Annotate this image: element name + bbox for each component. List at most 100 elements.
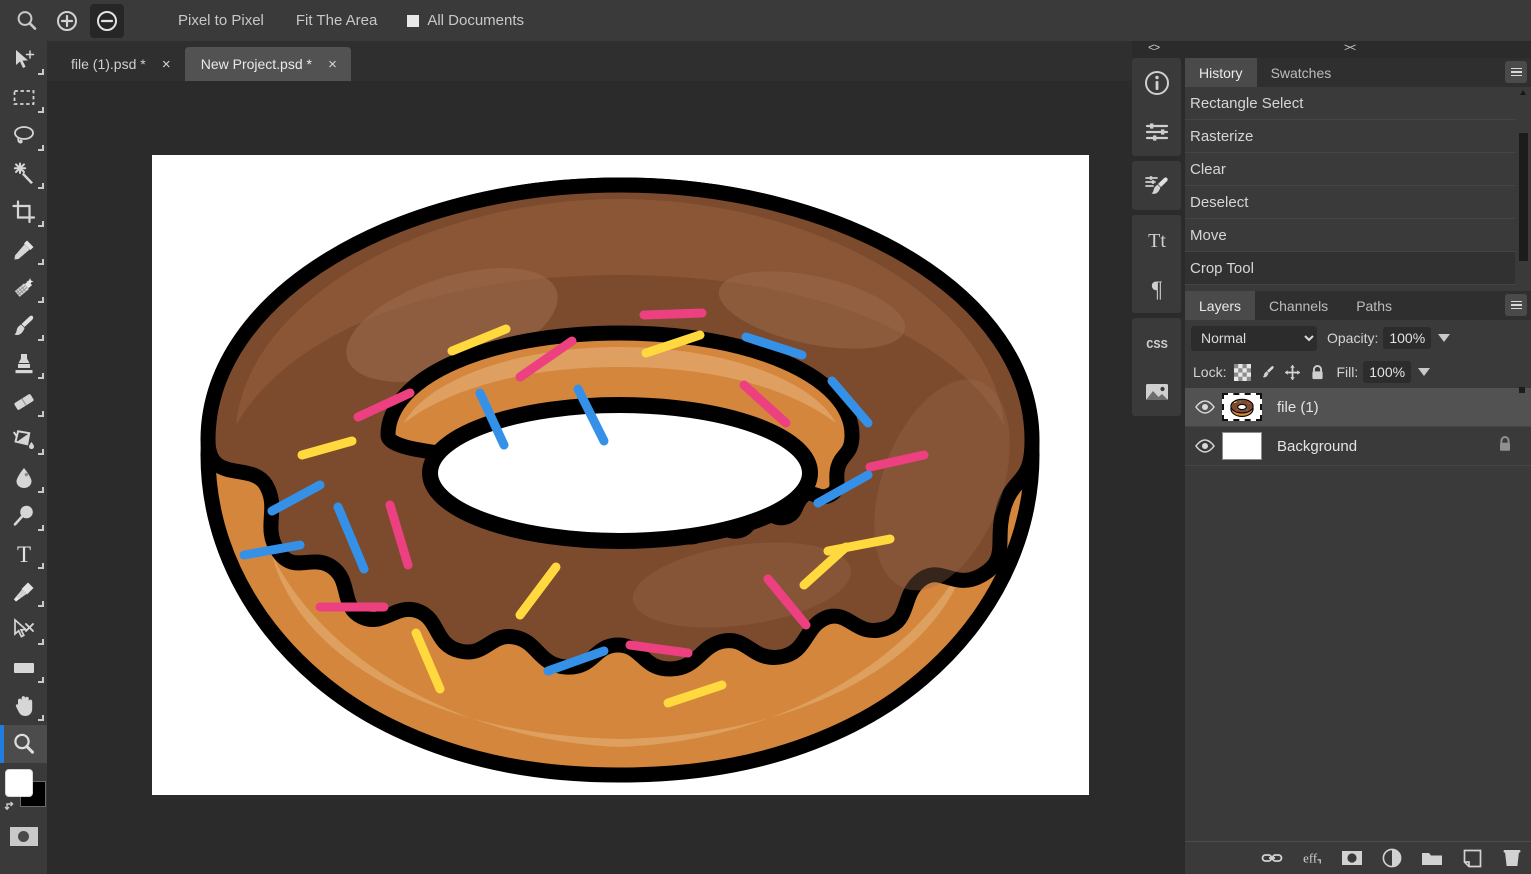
lock-label: Lock: (1193, 364, 1227, 380)
opacity-slider-caret-icon[interactable] (1438, 334, 1451, 342)
blur-tool[interactable] (0, 459, 47, 497)
svg-text:CSS: CSS (1146, 338, 1168, 352)
delete-layer-icon[interactable] (1501, 847, 1523, 869)
history-item[interactable]: Crop Tool (1185, 252, 1515, 285)
move-tool[interactable] (0, 41, 47, 79)
layer-row-background[interactable]: Background (1185, 427, 1531, 466)
lasso-tool[interactable] (0, 117, 47, 155)
layer-effects-icon[interactable]: eff (1301, 847, 1323, 869)
donut-artwork (152, 155, 1089, 795)
scroll-up-icon[interactable] (1520, 90, 1526, 95)
layer-row-file1[interactable]: file (1) (1185, 388, 1531, 427)
history-scrollbar[interactable] (1519, 89, 1528, 306)
crop-tool[interactable] (0, 193, 47, 231)
adjustments-sliders-icon[interactable] (1132, 107, 1181, 156)
quick-mask-icon[interactable] (0, 819, 47, 853)
clone-stamp-tool[interactable] (0, 345, 47, 383)
hamburger-menu-icon[interactable] (1505, 294, 1527, 316)
history-item[interactable]: Rasterize (1185, 120, 1515, 153)
pen-tool[interactable] (0, 573, 47, 611)
hand-tool[interactable] (0, 687, 47, 725)
tool-group-corner-icon (38, 411, 44, 417)
tab-label: Paths (1356, 297, 1392, 314)
lock-all-icon[interactable] (1309, 364, 1326, 381)
tab-channels[interactable]: Channels (1255, 291, 1342, 320)
swap-colors-icon[interactable] (4, 799, 18, 813)
rail-group-css: CSS (1132, 318, 1181, 416)
adjustment-layer-icon[interactable] (1381, 847, 1403, 869)
new-group-icon[interactable] (1421, 847, 1443, 869)
character-icon[interactable]: Tt (1132, 215, 1181, 264)
layer-thumbnail[interactable] (1221, 431, 1263, 461)
eraser-tool[interactable] (0, 383, 47, 421)
add-mask-icon[interactable] (1341, 847, 1363, 869)
lock-transparency-icon[interactable] (1234, 363, 1252, 381)
info-icon[interactable] (1132, 58, 1181, 107)
collapse-dock-icon[interactable]: >< (1344, 41, 1356, 58)
tab-history[interactable]: History (1185, 58, 1257, 87)
history-item[interactable]: Move (1185, 219, 1515, 252)
checkbox-box[interactable] (407, 14, 420, 27)
canvas-viewport[interactable] (47, 81, 1132, 874)
opacity-label: Opacity: (1327, 330, 1379, 346)
magic-wand-tool[interactable] (0, 155, 47, 193)
foreground-color-swatch[interactable] (5, 769, 33, 797)
paragraph-icon[interactable]: ¶ (1132, 264, 1181, 313)
close-icon[interactable]: × (324, 56, 341, 73)
tool-group-corner-icon (38, 715, 44, 721)
brush-settings-icon[interactable] (1132, 161, 1181, 210)
tab-swatches[interactable]: Swatches (1257, 58, 1346, 87)
history-item[interactable]: Clear (1185, 153, 1515, 186)
history-item[interactable]: Deselect (1185, 186, 1515, 219)
layer-thumbnail[interactable] (1221, 392, 1263, 422)
link-layers-icon[interactable] (1261, 847, 1283, 869)
right-dock: <> >< Tt ¶ CSS History Swatches Rectangl… (1132, 41, 1531, 874)
history-item[interactable]: Rectangle Select (1185, 87, 1515, 120)
fit-the-area-button[interactable]: Fit The Area (286, 9, 387, 32)
tab-paths[interactable]: Paths (1342, 291, 1406, 320)
layers-scrollbar-thumb[interactable] (1519, 387, 1525, 393)
new-layer-icon[interactable] (1461, 847, 1483, 869)
path-select-tool[interactable] (0, 611, 47, 649)
image-icon[interactable] (1132, 367, 1181, 416)
history-list[interactable]: Rectangle Select Rasterize Clear Deselec… (1185, 87, 1531, 308)
brush-tool[interactable] (0, 307, 47, 345)
opacity-input[interactable]: 100% (1383, 327, 1432, 349)
history-item-label: Crop Tool (1190, 259, 1254, 277)
css-icon[interactable]: CSS (1132, 318, 1181, 367)
all-documents-checkbox[interactable]: All Documents (407, 12, 524, 29)
history-item-label: Deselect (1190, 193, 1249, 211)
type-tool[interactable]: T (0, 535, 47, 573)
zoom-tool[interactable] (0, 725, 47, 763)
tools-panel: T (0, 41, 47, 874)
paint-bucket-tool[interactable] (0, 421, 47, 459)
layer-visibility-icon[interactable] (1193, 439, 1217, 453)
document-tab-file1[interactable]: file (1).psd * × (55, 47, 185, 81)
hamburger-menu-icon[interactable] (1505, 61, 1527, 83)
dodge-tool[interactable] (0, 497, 47, 535)
layer-visibility-icon[interactable] (1193, 400, 1217, 414)
fill-input[interactable]: 100% (1363, 361, 1412, 383)
shape-tool[interactable] (0, 649, 47, 687)
tab-title: file (1).psd * (71, 56, 146, 72)
zoom-in-icon[interactable] (50, 4, 84, 38)
lock-position-icon[interactable] (1284, 364, 1301, 381)
eyedropper-tool[interactable] (0, 231, 47, 269)
color-swatches[interactable] (0, 767, 47, 819)
tool-group-corner-icon (38, 221, 44, 227)
lock-image-pixels-icon[interactable] (1259, 364, 1276, 381)
tab-layers[interactable]: Layers (1185, 291, 1256, 320)
fill-slider-caret-icon[interactable] (1418, 368, 1431, 376)
scrollbar-thumb[interactable] (1519, 133, 1528, 261)
healing-brush-tool[interactable] (0, 269, 47, 307)
close-icon[interactable]: × (158, 56, 175, 73)
document-tab-new-project[interactable]: New Project.psd * × (184, 47, 351, 81)
document-canvas[interactable] (152, 155, 1089, 795)
zoom-out-icon[interactable] (90, 3, 124, 38)
rectangle-select-tool[interactable] (0, 79, 47, 117)
expand-rail-icon[interactable]: <> (1148, 41, 1160, 58)
zoom-tool-icon[interactable] (10, 4, 44, 38)
pixel-to-pixel-button[interactable]: Pixel to Pixel (168, 9, 274, 32)
tool-group-corner-icon (38, 259, 44, 265)
blend-mode-select[interactable]: Normal (1191, 325, 1317, 351)
